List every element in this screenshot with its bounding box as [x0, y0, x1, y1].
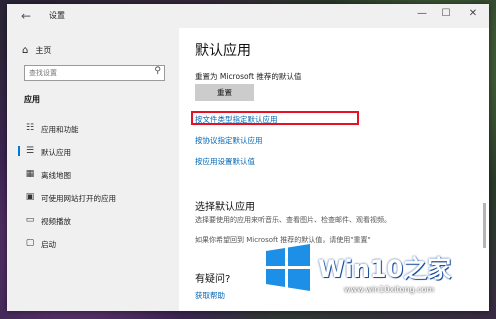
home-label: 主页	[35, 46, 52, 55]
search-box[interactable]: ⚲	[24, 65, 165, 81]
search-input[interactable]	[29, 67, 144, 78]
startup-icon: ▢	[25, 238, 35, 248]
link-default-by-file-type[interactable]: 按文件类型指定默认应用	[195, 114, 278, 125]
windows-logo-icon	[266, 244, 310, 291]
sidebar-item-label: 离线地图	[41, 171, 71, 180]
faq-title: 有疑问?	[195, 274, 231, 285]
title-bar: ← 设置 — ☐ ✕	[7, 4, 489, 28]
watermark: Win10之家 www.win10xitong.com	[262, 241, 494, 301]
choose-description: 选择要使用的应用来听音乐、查看图片、检查邮件、观看视频。	[195, 216, 391, 224]
link-default-by-protocol[interactable]: 按协议指定默认应用	[195, 135, 263, 146]
section-title: 应用	[24, 95, 40, 104]
active-indicator	[18, 146, 20, 156]
reset-label: 重置为 Microsoft 推荐的默认值	[195, 72, 302, 81]
sidebar-home[interactable]: ⌂ 主页	[22, 45, 51, 56]
sidebar-item-label: 可使用网站打开的应用	[41, 194, 116, 203]
sidebar: ⌂ 主页 ⚲ 应用 ☷ 应用和功能 ☰ 默认应用 ▦ 离线地图 ▣ 可使用网站打…	[7, 28, 179, 311]
sidebar-item-default-apps[interactable]: ☰ 默认应用	[7, 141, 179, 161]
sidebar-item-apps-features[interactable]: ☷ 应用和功能	[7, 118, 179, 138]
apps-features-icon: ☷	[25, 123, 35, 133]
home-icon: ⌂	[22, 45, 29, 56]
back-arrow-icon[interactable]: ←	[21, 9, 31, 23]
maximize-button[interactable]: ☐	[436, 8, 456, 19]
sidebar-item-label: 默认应用	[41, 148, 71, 157]
watermark-brand: Win10之家	[318, 255, 452, 283]
reset-button[interactable]: 重置	[195, 84, 254, 101]
sidebar-item-video-playback[interactable]: ▭ 视频播放	[7, 210, 179, 230]
apps-for-websites-icon: ▣	[25, 192, 35, 202]
sidebar-item-startup[interactable]: ▢ 启动	[7, 233, 179, 253]
sidebar-item-offline-maps[interactable]: ▦ 离线地图	[7, 164, 179, 184]
link-set-defaults-by-app[interactable]: 按应用设置默认值	[195, 156, 255, 167]
close-button[interactable]: ✕	[463, 8, 483, 19]
window-title: 设置	[49, 11, 65, 20]
sidebar-item-label: 应用和功能	[41, 125, 79, 134]
choose-default-apps-title: 选择默认应用	[195, 202, 255, 213]
sidebar-item-apps-for-websites[interactable]: ▣ 可使用网站打开的应用	[7, 187, 179, 207]
minimize-button[interactable]: —	[412, 8, 432, 19]
sidebar-item-label: 启动	[41, 240, 56, 249]
get-help-link[interactable]: 获取帮助	[195, 290, 225, 301]
page-title: 默认应用	[195, 43, 251, 59]
search-icon[interactable]: ⚲	[154, 66, 161, 76]
sidebar-item-label: 视频播放	[41, 217, 71, 226]
watermark-url: www.win10xitong.com	[344, 285, 435, 294]
video-playback-icon: ▭	[25, 215, 35, 225]
offline-maps-icon: ▦	[25, 169, 35, 179]
default-apps-icon: ☰	[25, 146, 35, 156]
